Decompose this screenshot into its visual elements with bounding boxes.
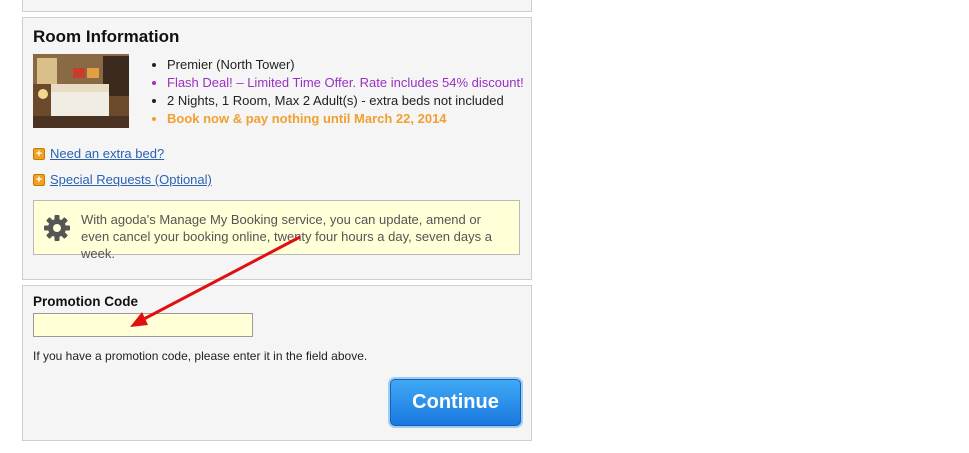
flash-deal-text: Flash Deal! – Limited Time Offer. Rate i… bbox=[167, 74, 524, 92]
manage-booking-info-text: With agoda's Manage My Booking service, … bbox=[81, 212, 492, 261]
plus-icon[interactable]: + bbox=[33, 147, 45, 160]
room-photo bbox=[33, 54, 129, 128]
room-information-title: Room Information bbox=[33, 27, 180, 46]
gear-icon bbox=[44, 215, 70, 241]
promotion-code-input[interactable] bbox=[33, 313, 253, 337]
manage-booking-info-box: With agoda's Manage My Booking service, … bbox=[33, 200, 520, 261]
room-information-panel: Room Information Premier (North Tower) F… bbox=[22, 17, 532, 280]
extra-bed-row[interactable]: + Need an extra bed? bbox=[33, 146, 164, 161]
stay-summary: 2 Nights, 1 Room, Max 2 Adult(s) - extra… bbox=[167, 92, 524, 110]
special-requests-row[interactable]: + Special Requests (Optional) bbox=[33, 172, 212, 187]
plus-icon[interactable]: + bbox=[33, 173, 45, 186]
room-details-list: Premier (North Tower) Flash Deal! – Limi… bbox=[155, 56, 524, 128]
promotion-code-label: Promotion Code bbox=[33, 294, 138, 309]
extra-bed-link[interactable]: Need an extra bed? bbox=[50, 146, 164, 161]
room-type: Premier (North Tower) bbox=[167, 56, 524, 74]
special-requests-link[interactable]: Special Requests (Optional) bbox=[50, 172, 212, 187]
previous-section-panel bbox=[22, 0, 532, 12]
promotion-code-panel: Promotion Code If you have a promotion c… bbox=[22, 285, 532, 441]
pay-later-text: Book now & pay nothing until March 22, 2… bbox=[167, 110, 524, 128]
promotion-code-hint: If you have a promotion code, please ent… bbox=[33, 349, 368, 363]
continue-button[interactable]: Continue bbox=[390, 379, 521, 426]
